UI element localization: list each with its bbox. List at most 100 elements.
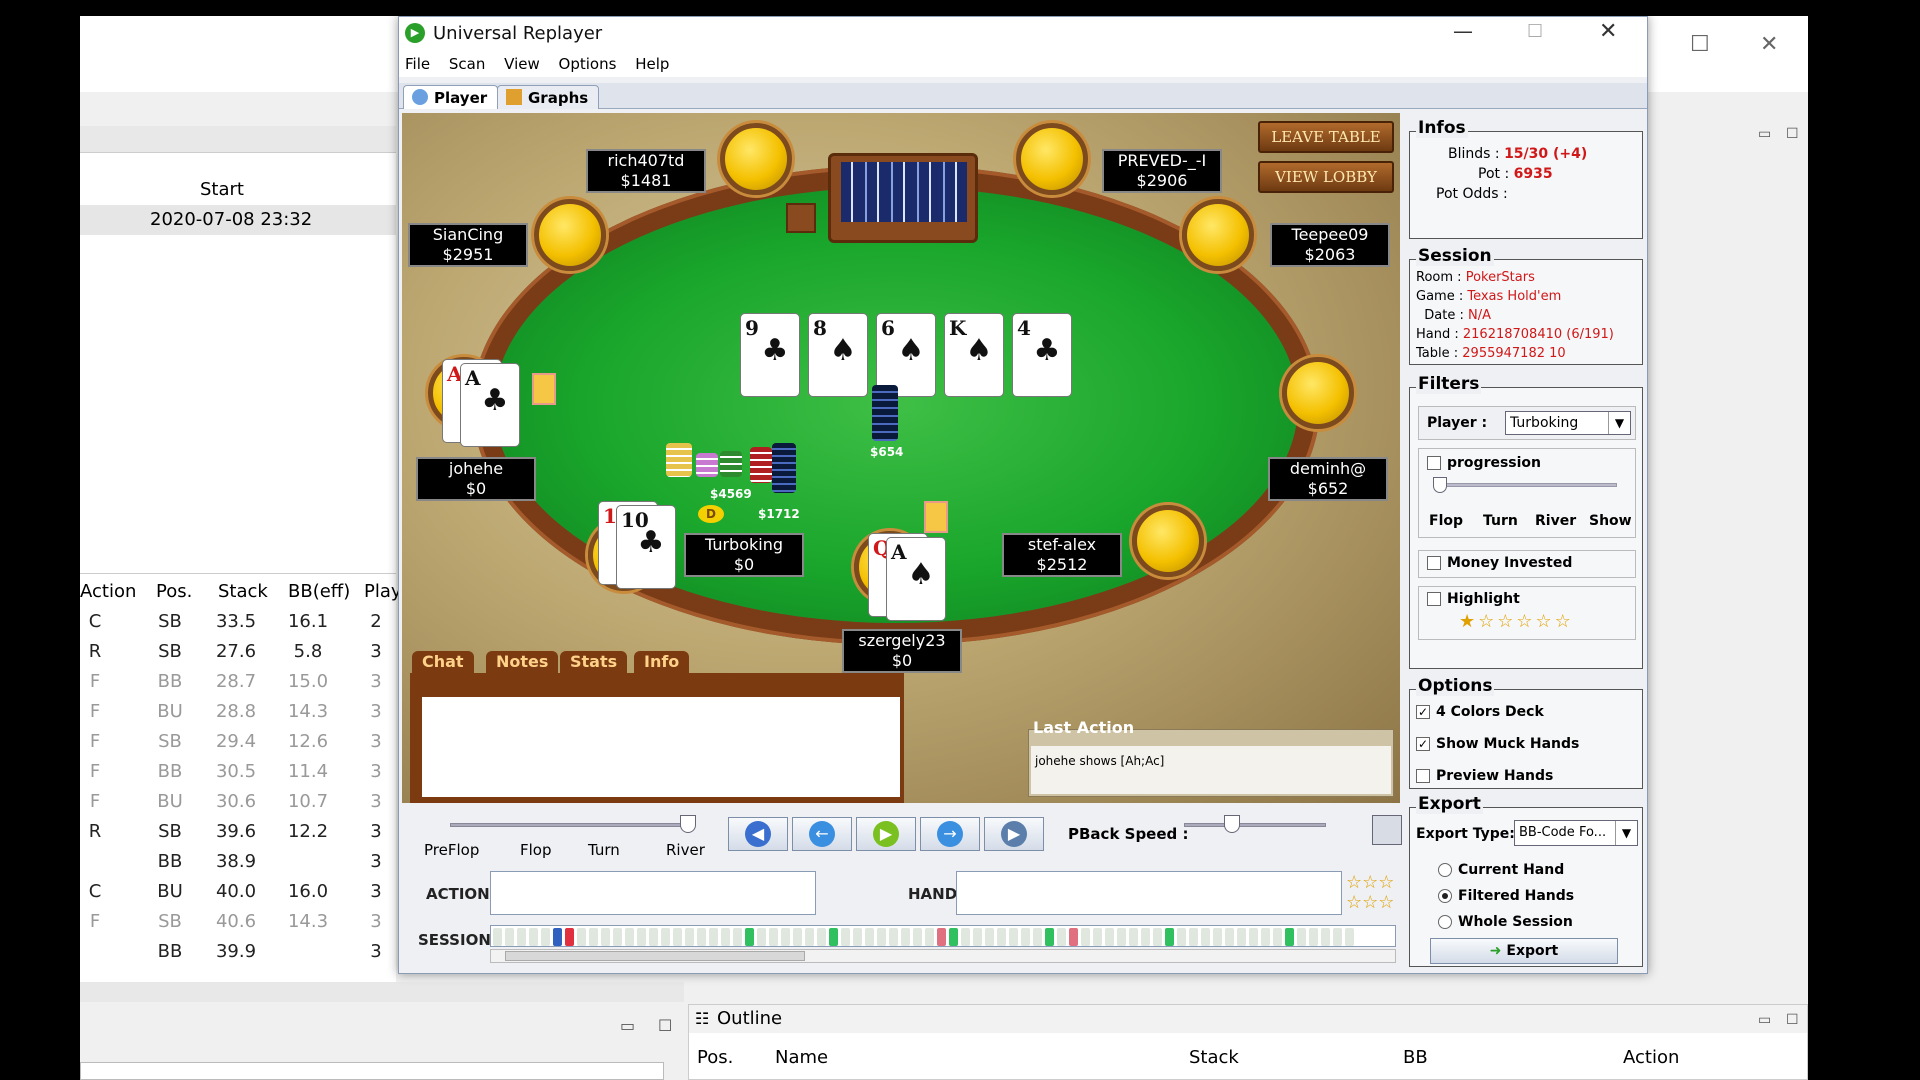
speed-slider-track[interactable]: [1184, 823, 1326, 827]
session-hand-cell[interactable]: [817, 928, 826, 946]
session-hand-cell[interactable]: [757, 928, 766, 946]
table-row[interactable]: F BU 28.8 14.3 3: [80, 701, 396, 731]
action-field[interactable]: [490, 871, 816, 915]
session-hand-cell[interactable]: [1021, 928, 1030, 946]
table-row[interactable]: F BB 30.5 11.4 3: [80, 761, 396, 791]
tab-notes[interactable]: Notes: [486, 651, 559, 673]
session-hand-cell[interactable]: [625, 928, 634, 946]
session-hand-cell[interactable]: [1309, 928, 1318, 946]
show-muck-checkbox[interactable]: ✓: [1416, 737, 1430, 751]
session-hand-cell[interactable]: [901, 928, 910, 946]
seat-siancing[interactable]: [534, 199, 606, 271]
session-hand-cell[interactable]: [565, 928, 574, 946]
session-hand-cell[interactable]: [889, 928, 898, 946]
session-hand-cell[interactable]: [1093, 928, 1102, 946]
session-hand-cell[interactable]: [685, 928, 694, 946]
session-hand-cell[interactable]: [781, 928, 790, 946]
first-hand-button[interactable]: ◀: [728, 817, 788, 851]
col-stack[interactable]: Stack: [218, 581, 268, 602]
filtered-hands-radio[interactable]: [1438, 889, 1452, 903]
col-play[interactable]: Play: [364, 581, 402, 602]
leave-table-button[interactable]: LEAVE TABLE: [1258, 121, 1394, 153]
play-button[interactable]: ▶: [856, 817, 916, 851]
money-invested-checkbox[interactable]: [1427, 556, 1441, 570]
table-row[interactable]: F BU 30.6 10.7 3: [80, 791, 396, 821]
session-hand-cell[interactable]: [493, 928, 502, 946]
session-hand-cell[interactable]: [745, 928, 754, 946]
session-hand-cell[interactable]: [541, 928, 550, 946]
tab-graphs[interactable]: Graphs: [497, 85, 600, 109]
session-hand-cell[interactable]: [1141, 928, 1150, 946]
session-hands[interactable]: [493, 928, 1393, 946]
tab-stats[interactable]: Stats: [560, 651, 628, 673]
session-scrollbar[interactable]: [490, 949, 1396, 963]
table-row[interactable]: R SB 27.6 5.8 3: [80, 641, 396, 671]
table-row[interactable]: F SB 40.6 14.3 3: [80, 911, 396, 941]
session-hand-cell[interactable]: [829, 928, 838, 946]
session-hand-cell[interactable]: [649, 928, 658, 946]
col-pos[interactable]: Pos.: [156, 581, 192, 602]
chat-area[interactable]: [422, 697, 900, 797]
session-hand-cell[interactable]: [613, 928, 622, 946]
session-hand-cell[interactable]: [1057, 928, 1066, 946]
minimize-icon[interactable]: ▭: [1758, 1012, 1771, 1028]
session-hand-cell[interactable]: [805, 928, 814, 946]
session-hand-cell[interactable]: [1045, 928, 1054, 946]
session-hand-cell[interactable]: [853, 928, 862, 946]
next-action-button[interactable]: →: [920, 817, 980, 851]
player-select[interactable]: Turboking ▼: [1505, 411, 1631, 435]
menu-help[interactable]: Help: [629, 51, 677, 73]
session-hand-cell[interactable]: [553, 928, 562, 946]
session-hand-cell[interactable]: [865, 928, 874, 946]
session-hand-cell[interactable]: [589, 928, 598, 946]
hand-field[interactable]: [956, 871, 1342, 915]
session-hand-cell[interactable]: [577, 928, 586, 946]
session-hand-cell[interactable]: [949, 928, 958, 946]
table-row[interactable]: BB 38.9 3: [80, 851, 396, 881]
next-hand-button[interactable]: ▶: [984, 817, 1044, 851]
table-row[interactable]: F SB 29.4 12.6 3: [80, 731, 396, 761]
table-row[interactable]: C SB 33.5 16.1 2: [80, 611, 396, 641]
tab-info[interactable]: Info: [634, 651, 690, 673]
session-hand-cell[interactable]: [1117, 928, 1126, 946]
session-hand-cell[interactable]: [601, 928, 610, 946]
session-hand-cell[interactable]: [937, 928, 946, 946]
menu-options[interactable]: Options: [553, 51, 625, 73]
session-hand-cell[interactable]: [1333, 928, 1342, 946]
session-hand-cell[interactable]: [673, 928, 682, 946]
session-hand-cell[interactable]: [1261, 928, 1270, 946]
session-hand-cell[interactable]: [733, 928, 742, 946]
highlight-checkbox[interactable]: [1427, 592, 1441, 606]
session-hand-cell[interactable]: [1213, 928, 1222, 946]
session-hand-cell[interactable]: [1165, 928, 1174, 946]
close-icon[interactable]: ✕: [1599, 19, 1617, 44]
session-hand-cell[interactable]: [1201, 928, 1210, 946]
session-hand-cell[interactable]: [1069, 928, 1078, 946]
session-hand-cell[interactable]: [1189, 928, 1198, 946]
save-icon[interactable]: [1372, 815, 1402, 845]
col-action[interactable]: Action: [80, 581, 136, 602]
tab-player[interactable]: Player: [403, 85, 499, 109]
preview-checkbox[interactable]: [1416, 769, 1430, 783]
session-hand-cell[interactable]: [1105, 928, 1114, 946]
session-hand-cell[interactable]: [721, 928, 730, 946]
session-hand-cell[interactable]: [505, 928, 514, 946]
seat-teepee09[interactable]: [1182, 199, 1254, 271]
street-slider-thumb[interactable]: [680, 815, 696, 833]
session-hand-cell[interactable]: [637, 928, 646, 946]
session-hand-cell[interactable]: [1225, 928, 1234, 946]
session-hand-cell[interactable]: [1009, 928, 1018, 946]
seat-rich407td[interactable]: [720, 123, 792, 195]
session-hand-cell[interactable]: [697, 928, 706, 946]
session-hand-cell[interactable]: [661, 928, 670, 946]
session-hand-cell[interactable]: [1177, 928, 1186, 946]
rating-stars-icon[interactable]: ☆☆☆ ☆☆☆: [1346, 873, 1394, 913]
session-hand-cell[interactable]: [973, 928, 982, 946]
session-hand-cell[interactable]: [1285, 928, 1294, 946]
session-hand-cell[interactable]: [793, 928, 802, 946]
session-hand-cell[interactable]: [1345, 928, 1354, 946]
maximize-icon[interactable]: ☐: [1786, 1012, 1799, 1028]
outline-col-pos[interactable]: Pos.: [697, 1047, 733, 1068]
session-hand-cell[interactable]: [517, 928, 526, 946]
tab-chat[interactable]: Chat: [412, 651, 474, 673]
